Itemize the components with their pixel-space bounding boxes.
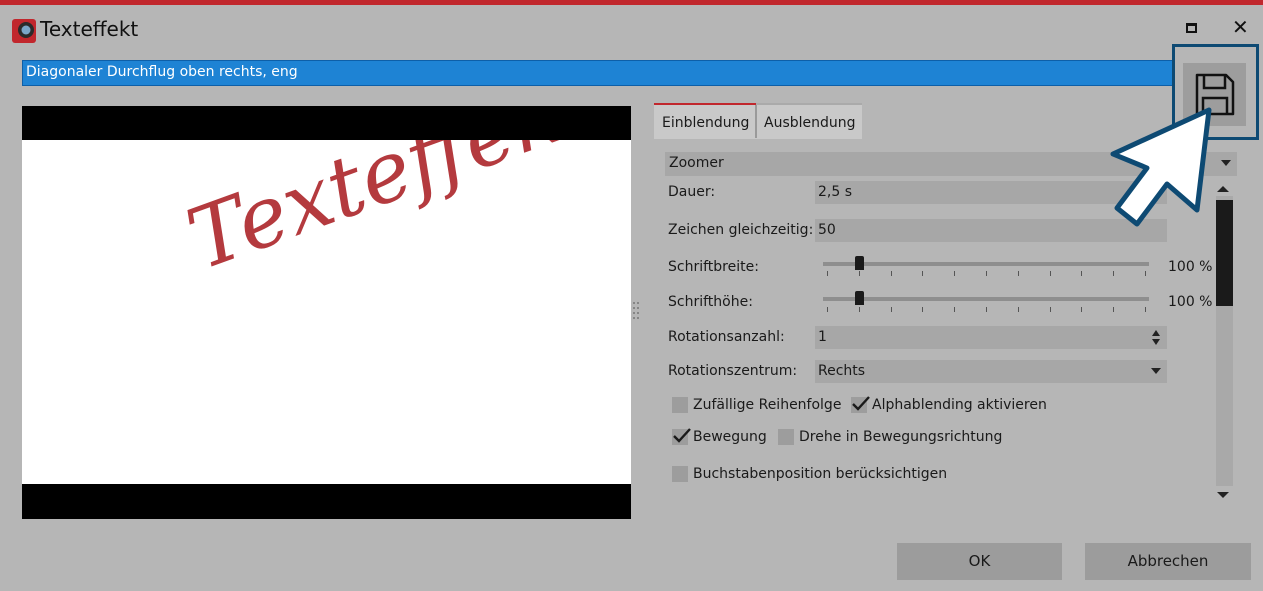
- close-icon[interactable]: ✕: [1232, 15, 1249, 39]
- font-height-label: Schrifthöhe:: [668, 294, 753, 310]
- rotation-center-select[interactable]: Rechts: [815, 360, 1167, 383]
- font-width-slider[interactable]: [823, 262, 1149, 266]
- font-height-slider[interactable]: [823, 297, 1149, 301]
- slider-tick: [1018, 307, 1019, 312]
- font-width-label: Schriftbreite:: [668, 259, 759, 275]
- chevron-down-icon: [1151, 368, 1161, 374]
- rotation-center-label: Rotationszentrum:: [668, 363, 798, 379]
- duration-label: Dauer:: [668, 184, 716, 200]
- splitter-handle[interactable]: [632, 300, 640, 324]
- duration-value: 2,5 s: [818, 184, 853, 200]
- effect-name-input[interactable]: Diagonaler Durchflug oben rechts, eng: [22, 60, 1240, 86]
- slider-tick: [891, 271, 892, 276]
- random-order-checkbox[interactable]: [672, 397, 688, 413]
- rotation-center-value: Rechts: [818, 363, 866, 379]
- preview-canvas: Texteffekt: [22, 140, 631, 484]
- hand-pointer-icon: [1110, 107, 1212, 227]
- spinner-arrows-icon[interactable]: [1152, 330, 1161, 346]
- maximize-icon[interactable]: [1186, 23, 1197, 33]
- slider-tick: [891, 307, 892, 312]
- tab-einblendung[interactable]: Einblendung: [654, 103, 756, 139]
- font-height-slider-thumb[interactable]: [855, 291, 864, 305]
- random-order-label: Zufällige Reihenfolge: [693, 397, 842, 413]
- slider-tick: [954, 307, 955, 312]
- slider-tick: [922, 307, 923, 312]
- checkmark-icon: [673, 428, 691, 443]
- preview-sample-text: Texteffekt: [175, 140, 607, 289]
- scroll-down-icon[interactable]: [1217, 492, 1229, 498]
- movement-checkbox[interactable]: [672, 428, 691, 445]
- font-height-value: 100 %: [1168, 294, 1213, 310]
- rotate-in-direction-label: Drehe in Bewegungsrichtung: [799, 429, 1003, 445]
- slider-tick: [1081, 307, 1082, 312]
- slider-tick: [1113, 307, 1114, 312]
- tab-ausblendung[interactable]: Ausblendung: [756, 103, 862, 139]
- rotation-count-label: Rotationsanzahl:: [668, 329, 785, 345]
- slider-tick: [986, 307, 987, 312]
- slider-tick: [859, 307, 860, 312]
- chars-simultaneous-value: 50: [818, 222, 836, 238]
- rotate-in-direction-checkbox[interactable]: [778, 429, 794, 445]
- letter-position-label: Buchstabenposition berücksichtigen: [693, 466, 948, 482]
- window-title: Texteffekt: [40, 17, 139, 41]
- cancel-button[interactable]: Abbrechen: [1085, 543, 1251, 580]
- title-bar[interactable]: Texteffekt ✕: [0, 5, 1263, 50]
- slider-tick: [827, 307, 828, 312]
- slider-tick: [1018, 271, 1019, 276]
- letter-position-checkbox[interactable]: [672, 466, 688, 482]
- slider-tick: [1050, 307, 1051, 312]
- slider-tick: [1081, 271, 1082, 276]
- chars-simultaneous-label: Zeichen gleichzeitig:: [668, 222, 814, 238]
- font-width-slider-thumb[interactable]: [855, 256, 864, 270]
- slider-tick: [827, 271, 828, 276]
- font-height-slider-ticks: [827, 307, 1146, 313]
- slider-tick: [922, 271, 923, 276]
- alphablending-label: Alphablending aktivieren: [872, 397, 1047, 413]
- effect-type-value: Zoomer: [669, 155, 724, 171]
- movement-label: Bewegung: [693, 429, 767, 445]
- slider-tick: [986, 271, 987, 276]
- slider-tick: [954, 271, 955, 276]
- font-width-slider-ticks: [827, 271, 1146, 277]
- app-logo-icon: [12, 19, 36, 43]
- slider-tick: [859, 271, 860, 276]
- slider-tick: [1050, 271, 1051, 276]
- rotation-count-spinbox[interactable]: 1: [815, 326, 1167, 349]
- effect-preview: Texteffekt: [22, 106, 631, 519]
- alphablending-checkbox[interactable]: [851, 396, 870, 413]
- slider-tick: [1145, 307, 1146, 312]
- checkmark-icon: [852, 396, 870, 411]
- tab-divider: [755, 105, 757, 138]
- ok-button[interactable]: OK: [897, 543, 1062, 580]
- rotation-count-value: 1: [818, 329, 827, 345]
